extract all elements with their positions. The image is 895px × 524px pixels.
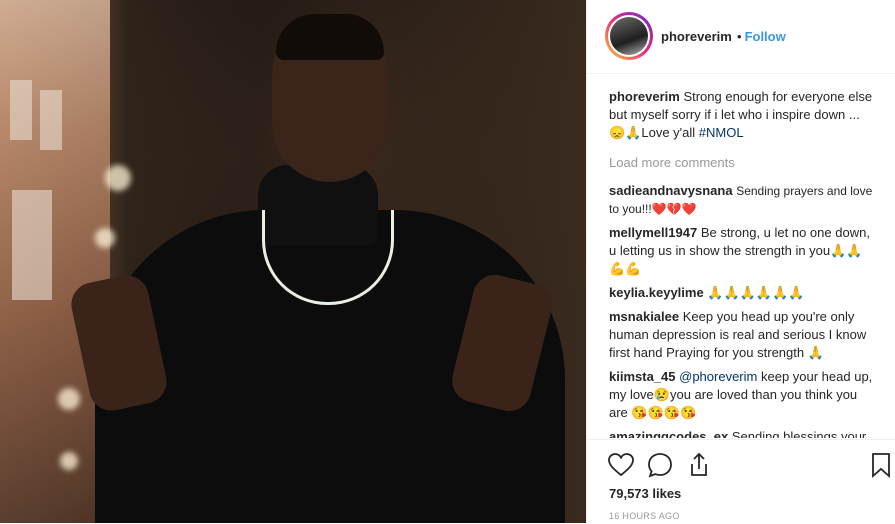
header-username[interactable]: phoreverim [661, 29, 732, 44]
list-item: amazinggcodes_ex Sending blessings your [609, 428, 875, 438]
avatar-image [610, 17, 648, 55]
comments-list[interactable]: phoreverim Strong enough for everyone el… [609, 88, 875, 438]
comment-text: 🙏🙏🙏🙏🙏🙏 [707, 285, 805, 300]
bookmark-icon[interactable] [867, 451, 895, 479]
post-header: phoreverim • Follow [587, 0, 895, 74]
list-item: kiimsta_45 @phoreverim keep your head up… [609, 368, 875, 422]
post-photo[interactable] [0, 0, 586, 523]
follow-wrapper: • Follow [734, 29, 786, 44]
comment-username[interactable]: sadieandnavysnana [609, 183, 733, 198]
photo-bokeh-light [58, 388, 80, 410]
comment-mention[interactable]: @phoreverim [679, 369, 757, 384]
caption: phoreverim Strong enough for everyone el… [609, 88, 875, 142]
photo-window [10, 80, 32, 140]
list-item: msnakialee Keep you head up you're only … [609, 308, 875, 362]
comment-username[interactable]: keylia.keyylime [609, 285, 704, 300]
comment-username[interactable]: msnakialee [609, 309, 679, 324]
comment-username[interactable]: kiimsta_45 [609, 369, 676, 384]
post-side-panel: phoreverim • Follow phoreverim Strong eno… [586, 0, 895, 523]
post-actions-bar: 79,573 likes 16 HOURS AGO [587, 439, 895, 524]
list-item: sadieandnavysnana Sending prayers and lo… [609, 182, 875, 218]
photo-bokeh-light [105, 165, 131, 191]
avatar-frame [608, 15, 650, 57]
list-item: keylia.keyylime 🙏🙏🙏🙏🙏🙏 [609, 284, 875, 302]
post-timestamp[interactable]: 16 HOURS AGO [609, 511, 680, 521]
follow-separator: • [737, 29, 742, 44]
heart-icon[interactable] [607, 451, 635, 479]
photo-bokeh-light [95, 228, 115, 248]
load-more-comments-button[interactable]: Load more comments [609, 154, 875, 172]
comment-username[interactable]: amazinggcodes_ex [609, 429, 728, 438]
photo-window [40, 90, 62, 150]
list-item: mellymell1947 Be strong, u let no one do… [609, 224, 875, 278]
comment-username[interactable]: mellymell1947 [609, 225, 697, 240]
follow-button[interactable]: Follow [745, 29, 786, 44]
photo-bokeh-light [60, 452, 78, 470]
person-hair [276, 14, 384, 60]
avatar[interactable] [605, 12, 653, 60]
share-icon[interactable] [685, 451, 713, 479]
caption-hashtag[interactable]: #NMOL [699, 125, 744, 140]
photo-window [12, 190, 52, 300]
comment-text: Sending blessings your [731, 429, 867, 438]
caption-username[interactable]: phoreverim [609, 89, 680, 104]
instagram-post: phoreverim • Follow phoreverim Strong eno… [0, 0, 895, 523]
comment-icon[interactable] [646, 451, 674, 479]
likes-count[interactable]: 79,573 likes [609, 486, 681, 501]
